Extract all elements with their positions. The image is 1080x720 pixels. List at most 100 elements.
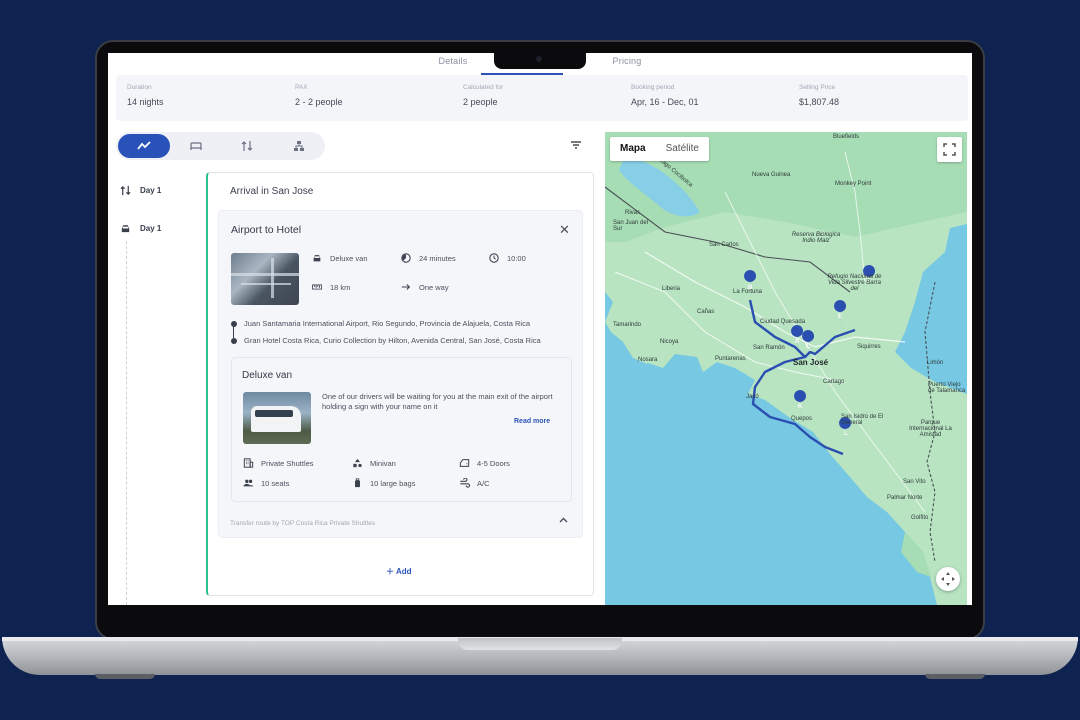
luggage-icon bbox=[355, 478, 360, 488]
map-place: Parque Internacional La Amistad bbox=[909, 420, 952, 438]
feature-item: Private Shuttles bbox=[243, 458, 314, 468]
add-button[interactable]: ＋ Add bbox=[386, 566, 412, 577]
feature-text: Minivan bbox=[370, 458, 396, 468]
feature-text: 4-5 Doors bbox=[477, 458, 510, 468]
timeline-line bbox=[126, 241, 127, 605]
feature-item: 10 seats bbox=[243, 478, 289, 488]
meta-time-text: 10:00 bbox=[507, 253, 526, 263]
laptop-foot-right bbox=[925, 674, 985, 679]
fullscreen-button[interactable] bbox=[937, 137, 962, 162]
laptop-opening-groove bbox=[458, 638, 622, 650]
trend-icon bbox=[137, 141, 151, 150]
meta-vehicle: Deluxe van bbox=[312, 253, 368, 263]
timeline-view-button[interactable] bbox=[118, 134, 170, 158]
map-place-capital: San José bbox=[793, 358, 829, 367]
map-place: Reserva Biologica Indio Maiz bbox=[791, 232, 841, 244]
hotel-view-button[interactable] bbox=[170, 134, 222, 158]
meta-time: 10:00 bbox=[489, 253, 526, 263]
laptop-foot-left bbox=[95, 674, 155, 679]
vehicle-title: Deluxe van bbox=[242, 370, 293, 381]
map-place: Puntarenas bbox=[715, 356, 746, 362]
day-card: Arrival in San Jose Airport to Hotel ✕ D… bbox=[206, 172, 594, 596]
map-place: Cañas bbox=[697, 309, 715, 315]
transfer-title: Airport to Hotel bbox=[231, 224, 302, 236]
marker-label: K bbox=[798, 404, 803, 410]
summary-label: Calculated for bbox=[463, 84, 504, 91]
vehicle-card: Deluxe van One of our drivers will be wa… bbox=[231, 357, 572, 502]
car-icon bbox=[313, 255, 321, 262]
transfer-icon bbox=[241, 141, 253, 151]
summary-value: 2 people bbox=[463, 97, 498, 107]
origin-dot-icon bbox=[231, 320, 237, 327]
map-place: Limón bbox=[927, 360, 944, 366]
map-place: Nosara bbox=[638, 357, 658, 363]
tab-pricing[interactable]: Pricing bbox=[599, 53, 656, 75]
summary-booking-period: Booking period Apr, 16 - Dec, 01 bbox=[620, 75, 788, 121]
summary-selling-price: Selling Price $1,807.48 bbox=[788, 75, 956, 121]
chevron-up-icon[interactable] bbox=[559, 515, 568, 525]
map-place: Golfito bbox=[911, 515, 929, 521]
map-place: Bluefields bbox=[833, 134, 860, 140]
map-view-button[interactable]: Mapa bbox=[610, 137, 656, 161]
map-place: Nicoya bbox=[660, 339, 679, 345]
map-place: San Juan del Sur bbox=[613, 220, 649, 232]
feature-text: 10 seats bbox=[261, 478, 290, 488]
map-place: San Carlos bbox=[709, 242, 739, 248]
map-place: Ciudad Quesada bbox=[760, 319, 806, 325]
route-origin: Juan Santamaria International Airport, R… bbox=[231, 319, 530, 328]
bed-icon bbox=[190, 142, 202, 150]
day-item-car[interactable]: Day 1 bbox=[120, 223, 161, 234]
timer-icon bbox=[401, 253, 411, 263]
transfer-view-button[interactable] bbox=[222, 134, 274, 158]
hierarchy-view-button[interactable] bbox=[273, 134, 325, 158]
map-place: Jacó bbox=[746, 394, 759, 400]
route-origin-text: Juan Santamaria International Airport, R… bbox=[244, 319, 530, 328]
plus-icon: ＋ bbox=[386, 567, 394, 576]
map-place: San Isidro de El General bbox=[841, 414, 884, 426]
tab-details[interactable]: Details bbox=[425, 53, 482, 75]
feature-text: A/C bbox=[477, 478, 490, 488]
map-place: La Fortuna bbox=[733, 289, 763, 295]
car-icon bbox=[121, 225, 130, 233]
route-destination-text: Gran Hotel Costa Rica, Curio Collection … bbox=[244, 336, 541, 345]
marker-label: E bbox=[838, 314, 843, 320]
satellite-view-button[interactable]: Satélite bbox=[656, 137, 709, 161]
van-photo bbox=[243, 392, 311, 444]
air-conditioning-icon bbox=[460, 478, 470, 488]
route-destination: Gran Hotel Costa Rica, Curio Collection … bbox=[231, 336, 541, 345]
map-place: Tamarindo bbox=[613, 322, 642, 328]
recenter-button[interactable] bbox=[936, 567, 960, 591]
summary-value: 2 - 2 people bbox=[295, 97, 343, 107]
map-canvas bbox=[605, 132, 967, 605]
day-label: Day 1 bbox=[140, 224, 162, 233]
meta-distance: 18 km bbox=[312, 282, 350, 292]
map-place: Cartago bbox=[823, 379, 845, 385]
provider-note: Transfer route by TOP Costa Rica Private… bbox=[230, 520, 375, 527]
people-icon bbox=[243, 479, 254, 487]
map-place: Monkey Point bbox=[835, 181, 872, 187]
crosshair-icon bbox=[941, 572, 955, 586]
shapes-icon bbox=[353, 458, 362, 468]
feature-text: 10 large bags bbox=[370, 478, 416, 488]
hierarchy-icon bbox=[294, 141, 305, 151]
map-place: San Ramón bbox=[753, 345, 785, 351]
ruler-icon bbox=[312, 284, 322, 290]
airport-photo bbox=[231, 253, 299, 305]
close-icon[interactable]: ✕ bbox=[559, 222, 570, 238]
map-place: Puerto Viejo de Talamanca bbox=[928, 382, 966, 394]
meta-trip-type-text: One way bbox=[419, 282, 449, 292]
meta-duration-text: 24 minutes bbox=[419, 253, 456, 263]
summary-value: $1,807.48 bbox=[799, 97, 840, 107]
camera-icon bbox=[536, 56, 542, 62]
meta-distance-text: 18 km bbox=[330, 282, 351, 292]
door-icon bbox=[459, 459, 470, 467]
summary-label: Selling Price bbox=[799, 84, 836, 91]
clock-icon bbox=[489, 253, 499, 263]
day-item-transfer[interactable]: Day 1 bbox=[120, 185, 161, 196]
feature-item: 4-5 Doors bbox=[459, 458, 510, 468]
read-more-link[interactable]: Read more bbox=[514, 418, 550, 425]
filter-icon[interactable] bbox=[570, 139, 582, 151]
map-place: Rivas bbox=[625, 210, 641, 216]
route-map[interactable]: B A C E F K L Bluefields Nueva Guinea Mo… bbox=[605, 132, 967, 605]
summary-label: Booking period bbox=[631, 84, 675, 91]
